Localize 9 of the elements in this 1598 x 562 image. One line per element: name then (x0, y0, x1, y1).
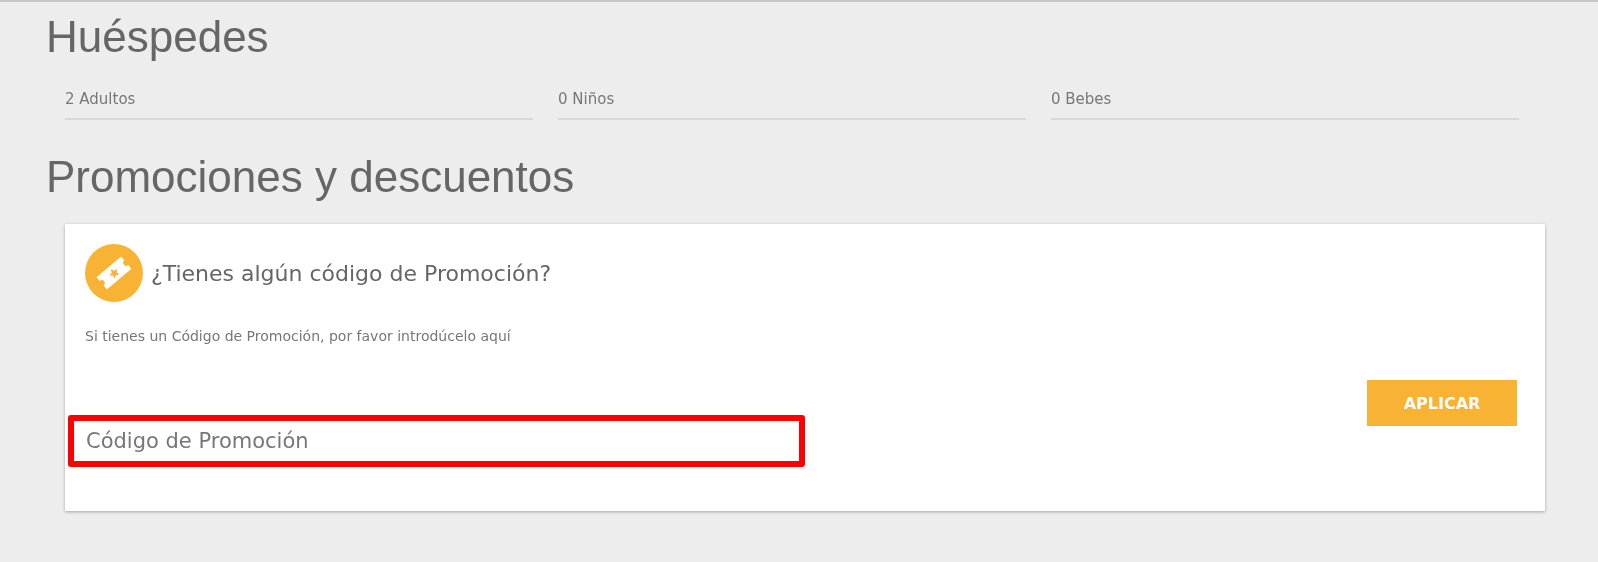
ticket-icon (85, 244, 143, 302)
guest-count-field[interactable]: 0 Bebes (1051, 84, 1519, 120)
guest-count-field[interactable]: 2 Adultos (65, 84, 533, 120)
promo-question: ¿Tienes algún código de Promoción? (151, 260, 552, 286)
promo-code-field[interactable]: Código de Promoción (68, 415, 805, 467)
section-heading: Huéspedes (46, 11, 270, 63)
promo-hint: Si tienes un Código de Promoción, por favor introdúcelo aquí (85, 328, 512, 344)
guest-count-field[interactable]: 0 Niños (558, 84, 1026, 120)
section-heading: Promociones y descuentos (46, 151, 576, 203)
